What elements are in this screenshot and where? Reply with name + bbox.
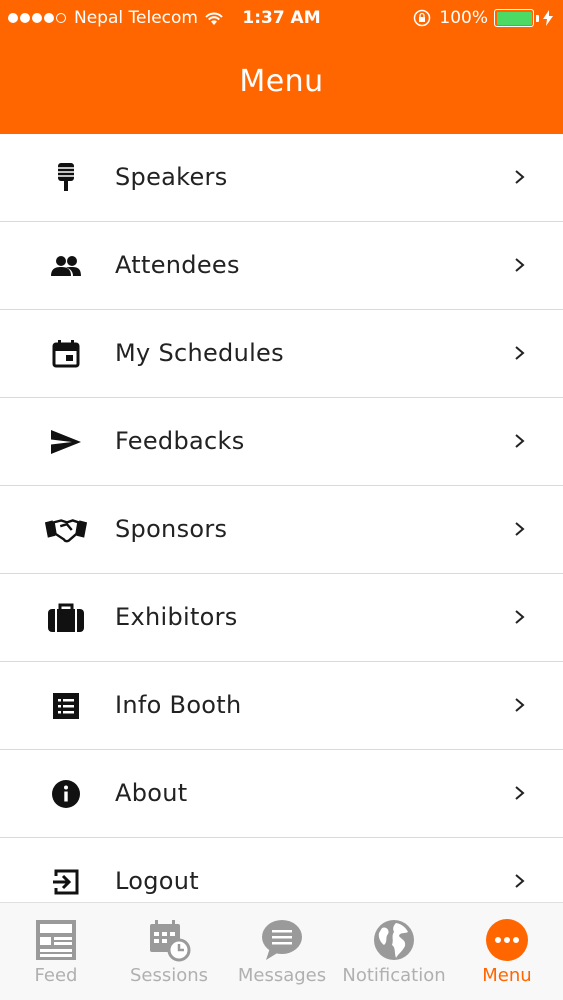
chevron-right-icon [515,522,525,536]
menu-item-info-booth[interactable]: Info Booth [0,662,563,750]
chevron-right-icon [515,258,525,272]
chevron-right-icon [515,170,525,184]
tab-label: Menu [482,965,532,986]
chevron-right-icon [515,610,525,624]
handshake-icon [44,513,88,547]
charging-bolt-icon [543,10,553,26]
info-icon [44,777,88,811]
menu-item-label: Info Booth [115,691,242,719]
people-icon [44,249,88,283]
tab-menu[interactable]: Menu [451,911,563,995]
calendar-icon [44,337,88,371]
feed-icon [33,917,79,963]
microphone-icon [44,161,88,195]
battery-icon [494,9,534,27]
menu-item-exhibitors[interactable]: Exhibitors [0,574,563,662]
menu-item-sponsors[interactable]: Sponsors [0,486,563,574]
menu-item-label: Attendees [115,251,240,279]
menu-item-label: Feedbacks [115,427,245,455]
menu-item-label: Logout [115,867,199,895]
battery-percent: 100% [439,8,488,28]
tab-sessions[interactable]: Sessions [113,911,225,995]
chevron-right-icon [515,874,525,888]
menu-item-feedbacks[interactable]: Feedbacks [0,398,563,486]
rotation-lock-icon [414,9,431,27]
tab-label: Sessions [129,965,209,986]
menu-item-label: My Schedules [115,339,284,367]
menu-item-about[interactable]: About [0,750,563,838]
sessions-icon [146,917,192,963]
menu-item-label: About [115,779,188,807]
menu-item-speakers[interactable]: Speakers [0,134,563,222]
status-bar: Nepal Telecom 1:37 AM 100% [0,0,563,38]
chevron-right-icon [515,786,525,800]
page-title: Menu [239,64,324,99]
menu-item-label: Exhibitors [115,603,238,631]
menu-list: Speakers Attendees My Schedules Feedback… [0,134,563,926]
send-icon [44,425,88,459]
tab-messages[interactable]: Messages [226,911,338,995]
messages-icon [259,917,305,963]
chevron-right-icon [515,346,525,360]
briefcase-icon [44,601,88,635]
app-header: Nepal Telecom 1:37 AM 100% Menu [0,0,563,134]
chevron-right-icon [515,434,525,448]
list-icon [44,689,88,723]
globe-icon [371,917,417,963]
tab-label: Feed [34,965,78,986]
chevron-right-icon [515,698,525,712]
more-icon [484,917,530,963]
status-right: 100% [413,8,553,28]
tab-feed[interactable]: Feed [0,911,112,995]
menu-item-label: Speakers [115,163,228,191]
menu-item-my-schedules[interactable]: My Schedules [0,310,563,398]
menu-item-label: Sponsors [115,515,228,543]
logout-icon [44,865,88,899]
menu-item-attendees[interactable]: Attendees [0,222,563,310]
tab-notification[interactable]: Notification [338,911,450,995]
tab-bar: Feed Sessions Messages Notification Menu [0,902,563,1000]
tab-label: Messages [237,965,327,986]
tab-label: Notification [342,965,446,986]
